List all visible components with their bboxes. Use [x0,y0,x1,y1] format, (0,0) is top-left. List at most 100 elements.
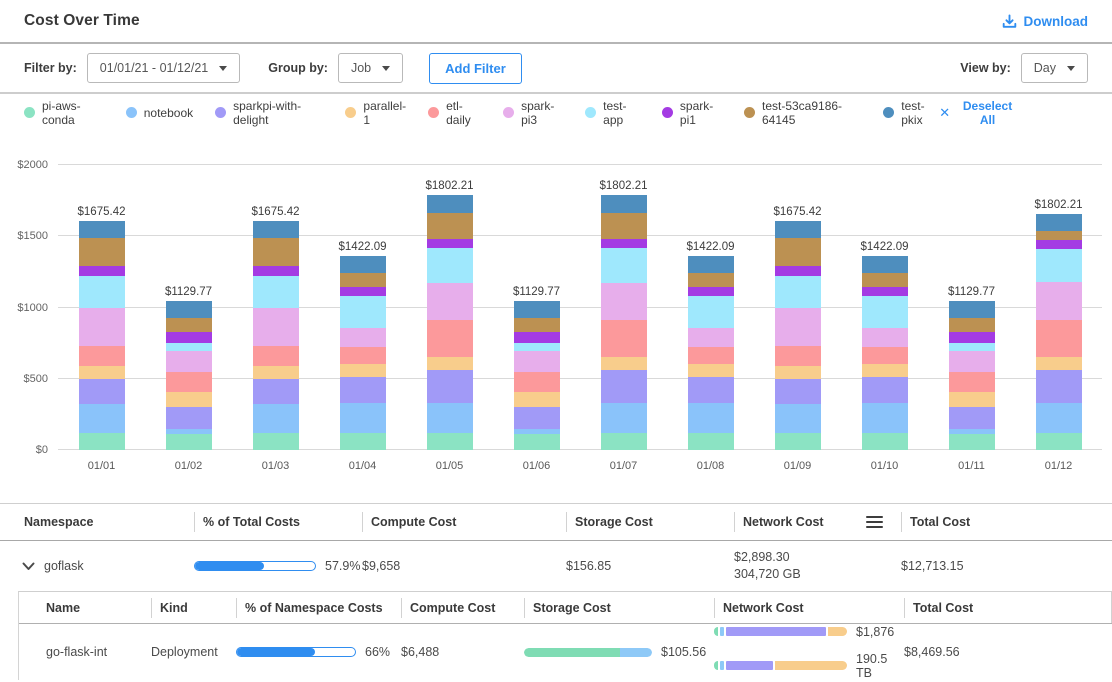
bar-segment-etl-daily[interactable] [166,372,212,391]
bar-segment-etl-daily[interactable] [514,372,560,391]
bar-segment-notebook[interactable] [601,403,647,432]
bar-segment-sparkpi-with-delight[interactable] [1036,370,1082,403]
bar-segment-parallel-1[interactable] [79,366,125,379]
bar-segment-test-53ca9186-64145[interactable] [166,318,212,332]
legend-item[interactable]: spark-pi1 [662,99,722,127]
bar-segment-sparkpi-with-delight[interactable] [79,379,125,404]
bar-segment-spark-pi1[interactable] [862,287,908,296]
bar-segment-parallel-1[interactable] [601,357,647,370]
bar-segment-pi-aws-conda[interactable] [688,433,734,450]
bar-segment-parallel-1[interactable] [775,366,821,379]
bar-segment-notebook[interactable] [862,403,908,432]
bar-segment-parallel-1[interactable] [688,364,734,377]
bar-segment-test-53ca9186-64145[interactable] [688,273,734,287]
workload-row[interactable]: go-flask-int Deployment 66% $6,488 $105.… [19,624,1112,680]
bar-segment-pi-aws-conda[interactable] [949,434,995,450]
bar-segment-notebook[interactable] [688,403,734,432]
bar-segment-sparkpi-with-delight[interactable] [340,377,386,403]
add-filter-button[interactable]: Add Filter [429,53,522,84]
bar-segment-spark-pi1[interactable] [1036,240,1082,249]
bar-segment-sparkpi-with-delight[interactable] [253,379,299,404]
bar-segment-test-53ca9186-64145[interactable] [427,213,473,240]
bar-segment-parallel-1[interactable] [253,366,299,379]
bar-segment-spark-pi3[interactable] [862,328,908,346]
bar-segment-test-pkix[interactable] [340,256,386,273]
bar-segment-etl-daily[interactable] [688,347,734,364]
bar-segment-spark-pi3[interactable] [340,328,386,346]
bar-segment-notebook[interactable] [340,403,386,432]
bar-segment-test-53ca9186-64145[interactable] [253,238,299,267]
bar-segment-pi-aws-conda[interactable] [79,433,125,450]
bar-segment-pi-aws-conda[interactable] [601,433,647,450]
bar-segment-notebook[interactable] [79,404,125,432]
bar-segment-spark-pi3[interactable] [79,308,125,346]
bar-segment-test-pkix[interactable] [427,195,473,213]
bar-segment-test-pkix[interactable] [166,301,212,319]
bar-segment-etl-daily[interactable] [775,346,821,366]
download-button[interactable]: Download [1002,14,1089,29]
legend-item[interactable]: etl-daily [428,99,481,127]
bar-segment-etl-daily[interactable] [601,320,647,357]
bar-segment-test-app[interactable] [1036,249,1082,281]
bar-segment-test-53ca9186-64145[interactable] [340,273,386,287]
bar-segment-test-pkix[interactable] [514,301,560,319]
bar-segment-test-53ca9186-64145[interactable] [949,318,995,332]
bar-segment-etl-daily[interactable] [862,347,908,364]
bar-segment-test-pkix[interactable] [1036,214,1082,231]
bar-segment-pi-aws-conda[interactable] [166,434,212,450]
bar-segment-test-app[interactable] [601,248,647,282]
legend-item[interactable]: sparkpi-with-delight [215,99,323,127]
bar-segment-test-pkix[interactable] [688,256,734,273]
bar-segment-test-app[interactable] [514,343,560,351]
bar-segment-spark-pi1[interactable] [601,239,647,248]
bar-segment-sparkpi-with-delight[interactable] [775,379,821,404]
bar-segment-spark-pi1[interactable] [688,287,734,296]
bar-segment-spark-pi1[interactable] [79,266,125,276]
bar-segment-pi-aws-conda[interactable] [253,433,299,450]
bar-segment-etl-daily[interactable] [340,347,386,364]
bar-segment-sparkpi-with-delight[interactable] [514,407,560,428]
bar-segment-test-app[interactable] [79,276,125,308]
chevron-down-icon[interactable] [22,562,35,571]
legend-item[interactable]: spark-pi3 [503,99,563,127]
bar-segment-test-53ca9186-64145[interactable] [514,318,560,332]
namespace-name-cell[interactable]: goflask [0,559,186,573]
bar-segment-spark-pi3[interactable] [427,283,473,320]
bar-segment-sparkpi-with-delight[interactable] [949,407,995,428]
bar-segment-spark-pi3[interactable] [253,308,299,346]
legend-item[interactable]: pi-aws-conda [24,99,104,127]
bar-segment-parallel-1[interactable] [166,392,212,408]
bar-segment-spark-pi3[interactable] [166,351,212,372]
bar-segment-sparkpi-with-delight[interactable] [862,377,908,403]
bar-segment-spark-pi3[interactable] [514,351,560,372]
bar-segment-pi-aws-conda[interactable] [514,434,560,450]
namespace-row[interactable]: goflask 57.9% $9,658 $156.85 $2,898.30 3… [0,541,1112,591]
bar-segment-notebook[interactable] [775,404,821,432]
bar-segment-pi-aws-conda[interactable] [862,433,908,450]
bar-segment-test-pkix[interactable] [601,195,647,213]
bar-segment-spark-pi1[interactable] [340,287,386,296]
group-by-select[interactable]: Job [338,53,403,83]
bar-segment-sparkpi-with-delight[interactable] [688,377,734,403]
bar-segment-test-app[interactable] [253,276,299,308]
date-range-select[interactable]: 01/01/21 - 01/12/21 [87,53,240,83]
bar-segment-test-app[interactable] [166,343,212,351]
bar-segment-pi-aws-conda[interactable] [775,433,821,450]
bar-segment-pi-aws-conda[interactable] [1036,433,1082,450]
bar-segment-notebook[interactable] [1036,403,1082,432]
bar-segment-test-53ca9186-64145[interactable] [601,213,647,240]
view-by-select[interactable]: Day [1021,53,1088,83]
bar-segment-test-app[interactable] [949,343,995,351]
bar-segment-spark-pi1[interactable] [166,332,212,343]
bar-segment-test-53ca9186-64145[interactable] [775,238,821,267]
legend-item[interactable]: notebook [126,106,193,120]
bar-segment-spark-pi3[interactable] [601,283,647,320]
bar-segment-test-app[interactable] [427,248,473,282]
legend-item[interactable]: test-pkix [883,99,939,127]
bar-segment-pi-aws-conda[interactable] [340,433,386,450]
bar-segment-etl-daily[interactable] [1036,320,1082,357]
bar-segment-etl-daily[interactable] [253,346,299,366]
bar-segment-test-pkix[interactable] [79,221,125,238]
bar-segment-spark-pi3[interactable] [1036,282,1082,320]
bar-segment-parallel-1[interactable] [862,364,908,377]
